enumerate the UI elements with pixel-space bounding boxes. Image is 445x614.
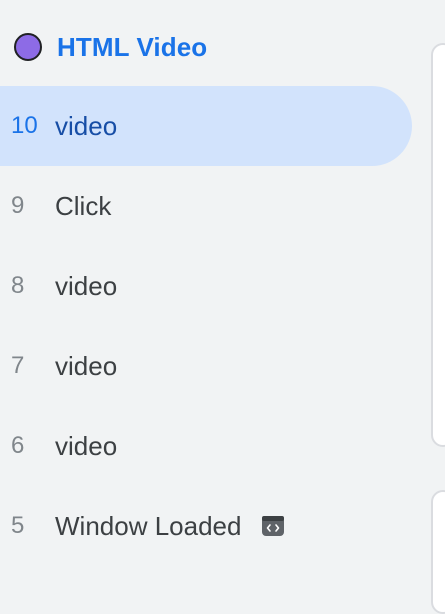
event-label: Window Loaded: [55, 510, 242, 541]
event-number: 5: [11, 512, 25, 539]
event-number: 8: [11, 272, 25, 299]
event-item-8[interactable]: 8 video: [0, 246, 412, 326]
code-icon: [261, 514, 285, 538]
event-item-7[interactable]: 7 video: [0, 326, 412, 406]
container-header[interactable]: HTML Video: [14, 30, 207, 64]
event-label: video: [55, 430, 118, 461]
event-number: 6: [11, 432, 25, 459]
container-status-icon: [14, 33, 42, 61]
event-number: 7: [11, 352, 25, 379]
adjacent-panel: [431, 490, 445, 614]
event-label-wrap: Window Loaded: [55, 511, 285, 542]
event-item-5[interactable]: 5 Window Loaded: [0, 486, 412, 566]
container-title: HTML Video: [57, 31, 208, 62]
event-list: 10 video 9 Click 8 video 7 video 6 video…: [0, 86, 412, 566]
event-label: video: [55, 270, 118, 301]
adjacent-panel: [431, 43, 445, 447]
event-number: 9: [11, 192, 25, 219]
event-item-9[interactable]: 9 Click: [0, 166, 412, 246]
event-item-6[interactable]: 6 video: [0, 406, 412, 486]
event-label: video: [55, 110, 118, 141]
event-item-10[interactable]: 10 video: [0, 86, 412, 166]
event-number: 10: [11, 112, 38, 139]
event-label: video: [55, 350, 118, 381]
event-label: Click: [55, 190, 112, 221]
